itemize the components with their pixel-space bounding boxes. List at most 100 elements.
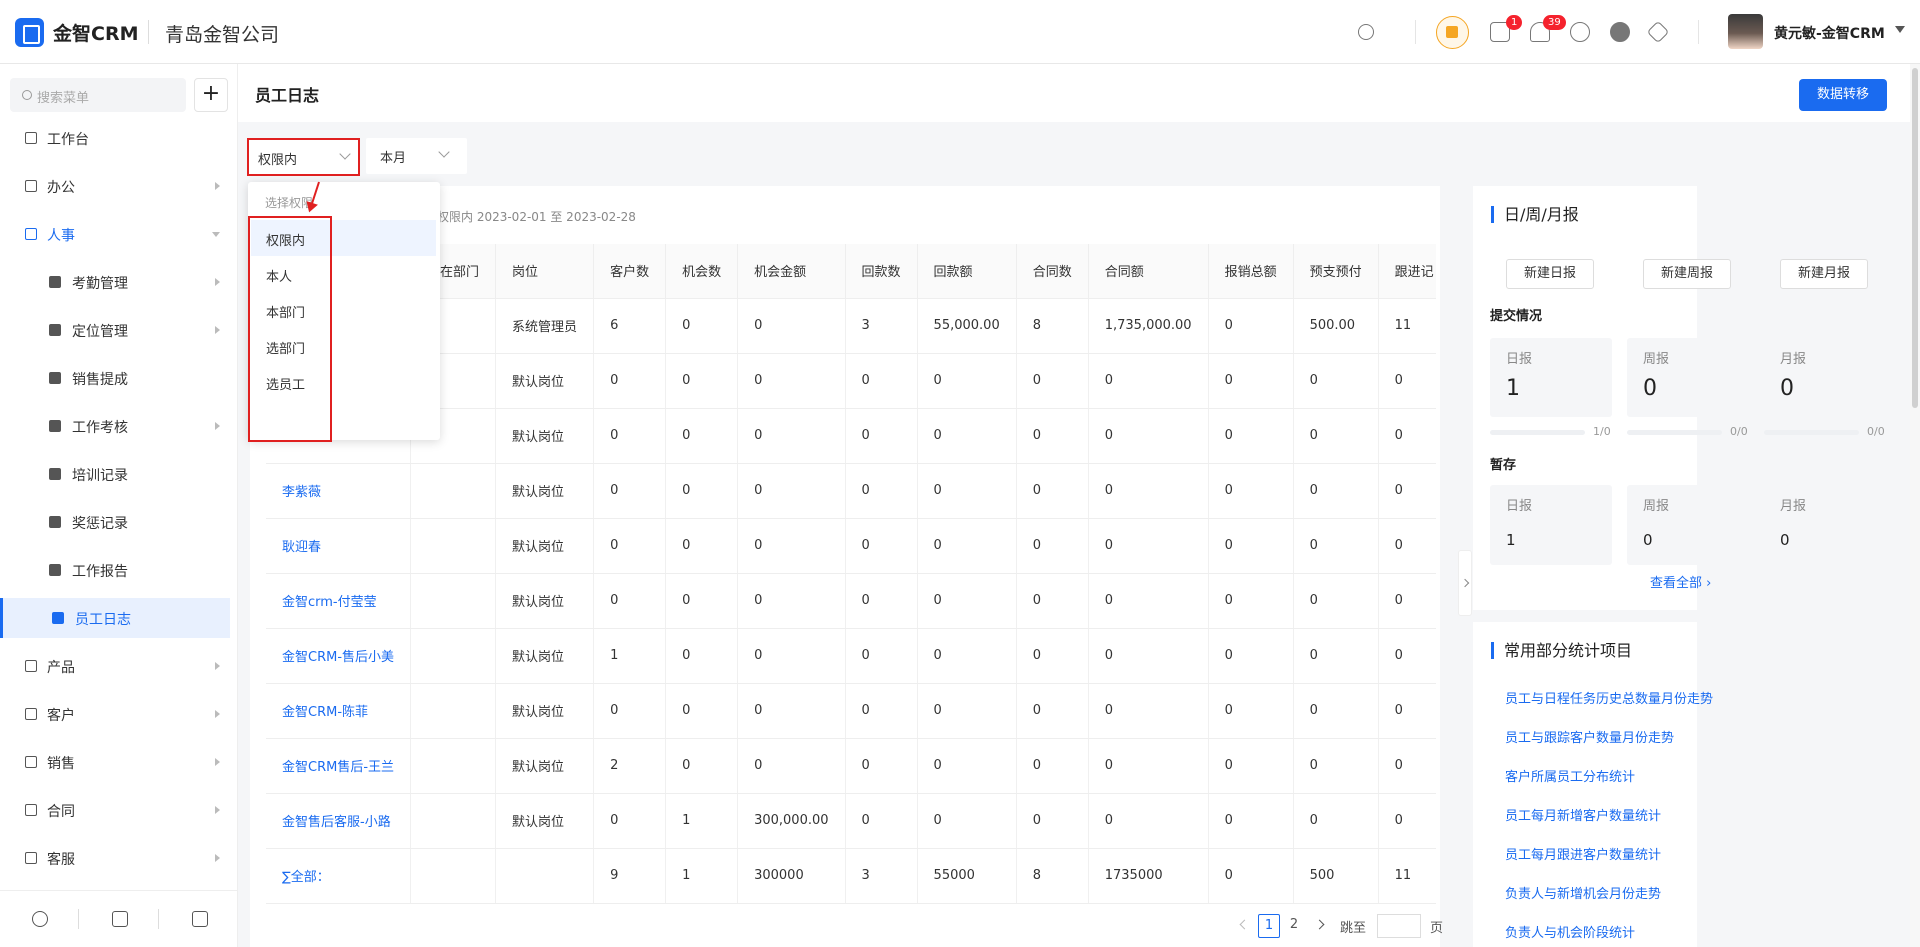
sidebar-item-label: 合同 (47, 804, 75, 820)
page-1[interactable]: 1 (1258, 914, 1280, 938)
company-name[interactable]: 青岛金智公司 (165, 20, 279, 47)
logo-text[interactable]: 金智CRM (53, 19, 138, 46)
cube-icon[interactable] (1646, 20, 1670, 44)
table-cell: 1 (593, 628, 667, 684)
menu-search-input[interactable]: 搜索菜单 (10, 78, 186, 112)
announcement-icon[interactable] (1436, 16, 1469, 49)
table-cell: 0 (917, 353, 1017, 409)
table-cell (410, 848, 497, 904)
sidebar-item-service[interactable]: 客服 (0, 838, 230, 878)
employee-name-link[interactable]: 耿迎春 (266, 518, 412, 574)
employee-name-link[interactable]: 金智CRM售后-王兰 (266, 738, 412, 794)
sidebar-item-customer[interactable]: 客户 (0, 694, 230, 734)
pie-chart-icon[interactable] (1610, 22, 1630, 42)
stats-link[interactable]: 员工与日程任务历史总数量月份走势 (1505, 688, 1713, 707)
table-cell: 0 (1016, 628, 1089, 684)
table-cell: 0 (1378, 573, 1436, 629)
table-cell (410, 738, 497, 794)
gear-icon[interactable] (1570, 22, 1590, 42)
chevron-down-icon[interactable] (1895, 26, 1905, 33)
draft-daily-stat[interactable]: 日报 1 (1490, 485, 1612, 565)
data-transfer-button[interactable]: 数据转移 (1799, 79, 1887, 111)
progress-bar (1490, 430, 1585, 435)
page-jump-input[interactable] (1377, 914, 1421, 938)
table-row: 金智售后客服-小路 默认岗位 0 1 300,000.00 0 0 0 0 0 0 0 (266, 793, 1436, 849)
stats-link[interactable]: 客户所属员工分布统计 (1505, 766, 1635, 785)
history-icon[interactable] (32, 911, 48, 927)
table-cell: 系统管理员 (495, 298, 595, 354)
view-all-link[interactable]: 查看全部 › (1650, 572, 1711, 591)
page-scrollbar[interactable] (1910, 64, 1920, 947)
sidebar-item-assessment[interactable]: 工作考核 (0, 406, 230, 446)
table-cell: 0 (1378, 408, 1436, 464)
sidebar-item-workbench[interactable]: 工作台 (0, 118, 230, 158)
table-cell: 0 (1293, 573, 1379, 629)
stats-link[interactable]: 负责人与新增机会月份走势 (1505, 883, 1661, 902)
employee-name-link[interactable]: 李紫薇 (266, 463, 412, 519)
period-select[interactable]: 本月 (366, 138, 467, 174)
employee-name-link[interactable]: 金智crm-付莹莹 (266, 573, 412, 629)
stats-link[interactable]: 员工与跟踪客户数量月份走势 (1505, 727, 1674, 746)
submit-weekly-stat[interactable]: 周报 0 (1627, 338, 1749, 417)
sidebar-item-employee-log[interactable]: 员工日志 (0, 598, 230, 638)
column-header: 预支预付 (1293, 244, 1379, 299)
table-cell: 0 (593, 353, 667, 409)
table-cell: 0 (845, 408, 918, 464)
statistics-table: 所在部门 岗位 客户数 机会数 机会金额 回款数 回款额 合同数 合同额 报销总额 预支预付 跟进记 … (266, 244, 1436, 904)
column-header: 回款额 (917, 244, 1017, 299)
sidebar-item-contract[interactable]: 合同 (0, 790, 230, 830)
employee-name-link[interactable]: 金智CRM-售后小美 (266, 628, 412, 684)
table-cell: 0 (1208, 683, 1294, 739)
commission-icon (49, 372, 61, 384)
bar-chart-icon (25, 708, 37, 720)
table-cell: 0 (1378, 518, 1436, 574)
sidebar-item-label: 产品 (47, 660, 75, 676)
sidebar-item-office[interactable]: 办公 (0, 166, 230, 206)
table-cell (410, 573, 497, 629)
employee-name-link[interactable]: 金智售后客服-小路 (266, 793, 412, 849)
submit-monthly-stat[interactable]: 月报 0 (1764, 338, 1886, 417)
table-cell: 0 (1016, 793, 1089, 849)
sidebar-item-location[interactable]: 定位管理 (0, 310, 230, 350)
table-cell: 0 (917, 683, 1017, 739)
sidebar-item-attendance[interactable]: 考勤管理 (0, 262, 230, 302)
add-button[interactable]: + (194, 78, 228, 112)
draft-monthly-stat[interactable]: 月报 0 (1764, 485, 1886, 565)
table-cell: 11 (1378, 848, 1436, 904)
new-monthly-report-button[interactable]: 新建月报 (1780, 259, 1868, 289)
sidebar-item-commission[interactable]: 销售提成 (0, 358, 230, 398)
sidebar-item-product[interactable]: 产品 (0, 646, 230, 686)
employee-name-link[interactable]: 金智CRM-陈菲 (266, 683, 412, 739)
draft-weekly-stat[interactable]: 周报 0 (1627, 485, 1749, 565)
scrollbar-thumb[interactable] (1912, 68, 1918, 408)
table-cell: 默认岗位 (495, 518, 595, 574)
table-cell: 0 (1208, 463, 1294, 519)
table-cell: 0 (1088, 793, 1209, 849)
avatar[interactable] (1728, 14, 1763, 49)
new-daily-report-button[interactable]: 新建日报 (1506, 259, 1594, 289)
user-name[interactable]: 黄元敏-金智CRM (1774, 23, 1885, 43)
submit-daily-stat[interactable]: 日报 1 (1490, 338, 1612, 417)
sidebar-item-work-report[interactable]: 工作报告 (0, 550, 230, 590)
sidebar-item-label: 办公 (47, 180, 75, 196)
column-header: 报销总额 (1208, 244, 1294, 299)
headset-icon (25, 852, 37, 864)
stats-link[interactable]: 负责人与机会阶段统计 (1505, 922, 1635, 941)
logo-icon (15, 18, 44, 47)
panel-collapse-handle[interactable] (1458, 550, 1472, 616)
search-icon[interactable] (1358, 24, 1374, 40)
sidebar-item-rewards[interactable]: 奖惩记录 (0, 502, 230, 542)
table-cell: 0 (1016, 573, 1089, 629)
sliders-icon[interactable] (112, 911, 128, 927)
sidebar-item-training[interactable]: 培训记录 (0, 454, 230, 494)
new-weekly-report-button[interactable]: 新建周报 (1643, 259, 1731, 289)
scope-select[interactable]: 权限内 (247, 138, 360, 176)
stats-link[interactable]: 员工每月跟进客户数量统计 (1505, 844, 1661, 863)
sidebar-item-sales[interactable]: 销售 (0, 742, 230, 782)
sidebar-item-hr[interactable]: 人事 (0, 214, 230, 254)
table-cell: 0 (1378, 793, 1436, 849)
page-2[interactable]: 2 (1283, 914, 1305, 938)
employee-name-link[interactable]: ∑全部： (266, 848, 412, 904)
collapse-menu-icon[interactable] (192, 911, 208, 927)
stats-link[interactable]: 员工每月新增客户数量统计 (1505, 805, 1661, 824)
